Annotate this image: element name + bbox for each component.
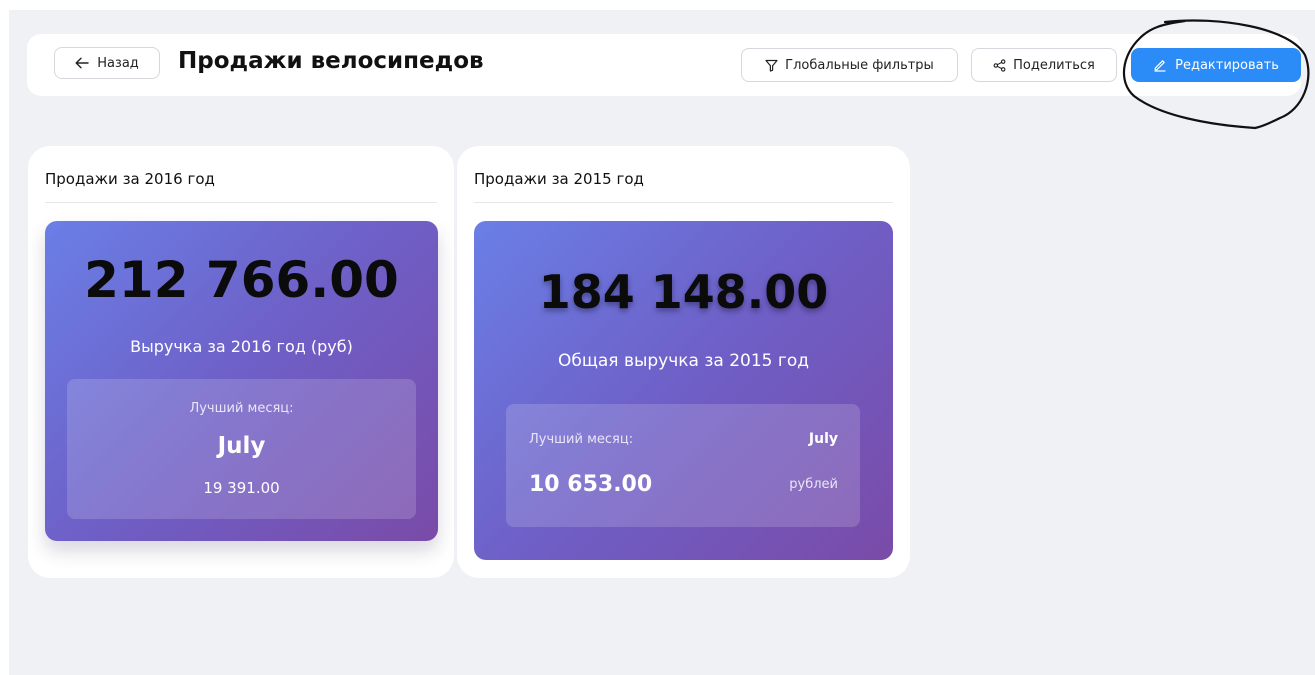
best-month-label: Лучший месяц: [529,432,634,447]
edit-label: Редактировать [1175,57,1279,73]
best-month-label: Лучший месяц: [189,401,294,416]
pencil-icon [1153,58,1167,72]
arrow-left-icon [75,57,89,69]
best-month-name: July [808,431,838,447]
global-filters-button[interactable]: Глобальные фильтры [741,48,958,82]
kpi-value: 212 766.00 [84,251,399,309]
best-month-box: Лучший месяц: July 10 653.00 рублей [506,404,860,527]
sales-card-2016: Продажи за 2016 год 212 766.00 Выручка з… [28,146,454,578]
global-filters-label: Глобальные фильтры [785,57,934,73]
best-month-amount: 19 391.00 [203,479,280,497]
share-button[interactable]: Поделиться [971,48,1117,82]
edit-button[interactable]: Редактировать [1131,48,1301,82]
best-month-name: July [217,433,266,459]
kpi-panel: 184 148.00 Общая выручка за 2015 год Луч… [474,221,893,560]
share-label: Поделиться [1013,57,1095,73]
kpi-caption: Общая выручка за 2015 год [558,351,809,371]
back-button[interactable]: Назад [54,47,160,79]
card-title: Продажи за 2015 год [474,170,644,188]
filter-icon [765,59,778,72]
best-month-unit: рублей [789,477,838,492]
dashboard-header: Назад Продажи велосипедов Глобальные фил… [27,34,1301,96]
kpi-value: 184 148.00 [538,265,829,319]
page-title: Продажи велосипедов [178,48,484,74]
sales-card-2015: Продажи за 2015 год 184 148.00 Общая выр… [457,146,910,578]
best-month-box: Лучший месяц: July 19 391.00 [67,379,416,519]
card-divider [474,202,893,203]
card-divider [45,202,437,203]
best-month-amount: 10 653.00 [529,472,653,497]
back-button-label: Назад [97,55,139,71]
card-title: Продажи за 2016 год [45,170,215,188]
kpi-caption: Выручка за 2016 год (руб) [130,337,353,356]
kpi-panel: 212 766.00 Выручка за 2016 год (руб) Луч… [45,221,438,541]
share-icon [993,58,1006,72]
